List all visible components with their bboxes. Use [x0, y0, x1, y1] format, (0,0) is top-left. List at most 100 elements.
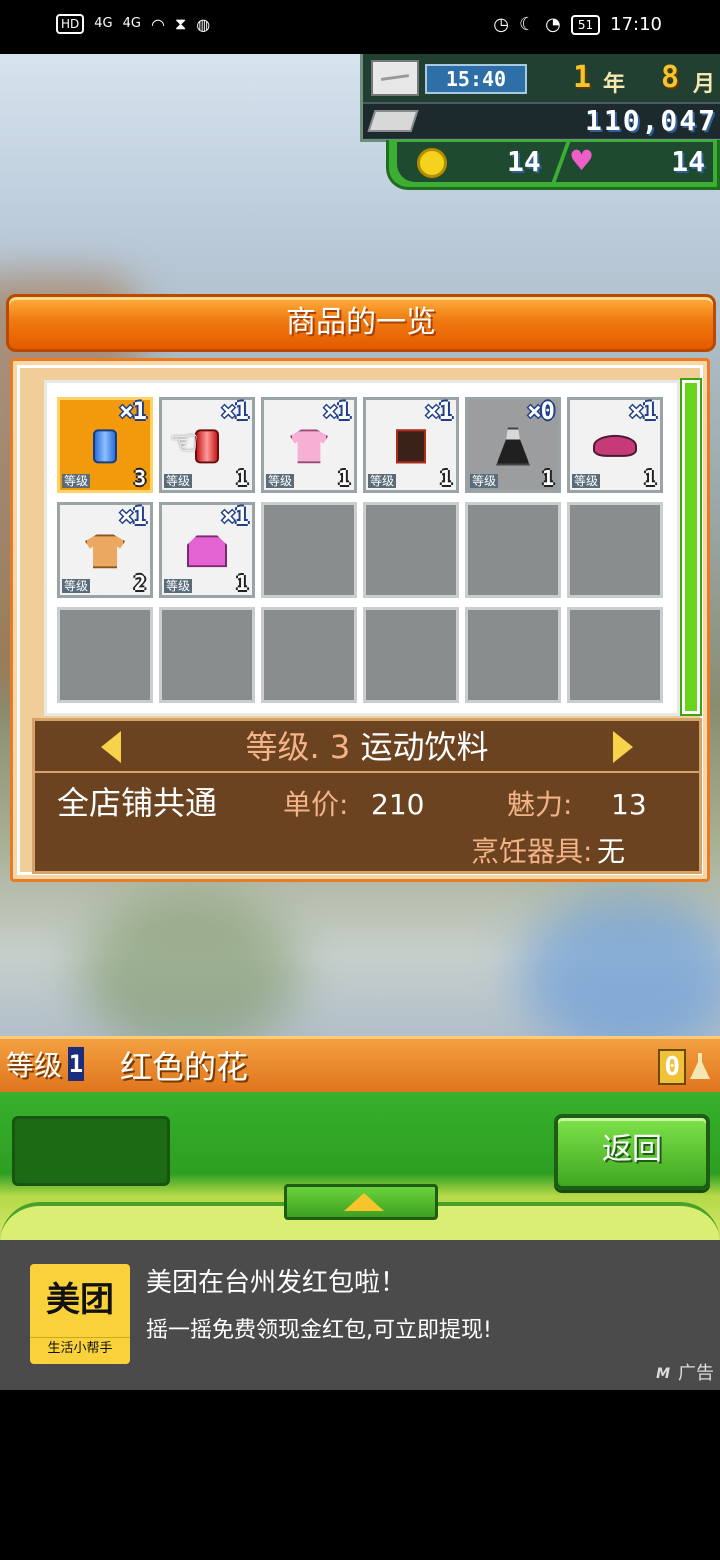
calendar-icon[interactable]: [371, 60, 419, 96]
ad-title: 美团在台州发红包啦！: [146, 1268, 407, 1298]
battery-icon: 51: [570, 14, 601, 35]
hd-icon: HD: [56, 14, 85, 34]
ad-mark-icon: M: [656, 1366, 670, 1382]
charm-value: 13: [611, 788, 647, 821]
item-info-box: 等级. 3 运动饮料 全店铺共通 单价: 210 魅力: 13 烹饪器具: 无: [32, 718, 702, 874]
background-blur: [80, 894, 300, 1054]
money-icon: [367, 110, 419, 132]
slot-quantity: ×1: [629, 397, 657, 425]
item-name: 运动饮料: [360, 728, 489, 766]
slot-quantity: ×1: [221, 502, 249, 530]
slot-level: 2: [133, 571, 146, 595]
game-area: 15:40 1 年 8 月 110,047 14 ♥ 14 商品的一览 ×1 等…: [0, 54, 720, 1240]
selection-count: 0: [658, 1049, 686, 1085]
slot-level-tag: 等级: [368, 474, 397, 488]
selection-level-label: 等级: [6, 1049, 63, 1082]
product-panel-inner: ×1 等级 3 ×1 等级 1 ×1 等级 1 ×1 等级 1 ×0 等级 1 …: [17, 365, 703, 875]
next-arrow-icon[interactable]: [613, 731, 633, 763]
expand-up-button[interactable]: [284, 1184, 438, 1220]
slot-level-tag: 等级: [164, 579, 193, 593]
status-time: 17:10: [610, 14, 662, 35]
slot-level: 1: [235, 571, 248, 595]
empty-slot[interactable]: [465, 607, 561, 703]
slot-quantity: ×0: [527, 397, 555, 425]
pink-shirt-icon: [290, 429, 328, 464]
background-blur: [520, 894, 720, 1054]
slot-level-tag: 等级: [62, 579, 91, 593]
placeholder-slot: [12, 1116, 170, 1186]
pointing-hand-icon: ☜: [169, 423, 200, 463]
ad-logo-main: 美团: [46, 1280, 114, 1320]
product-slot[interactable]: ×1 等级 1: [159, 502, 255, 598]
slot-level: 3: [133, 466, 146, 490]
status-bar: HD 4G 4G ◠ ⧗ ◍ ◷ ☾ ◔ 51 17:10: [0, 0, 720, 54]
empty-slot[interactable]: [261, 607, 357, 703]
slot-level-tag: 等级: [164, 474, 193, 488]
signal-icon: 4G: [94, 16, 113, 31]
moon-icon: ☾: [518, 14, 536, 35]
product-slot[interactable]: ×1 等级 2: [57, 502, 153, 598]
stats-bar: 14 ♥ 14: [386, 140, 720, 190]
panel-title: 商品的一览: [286, 305, 436, 340]
wechat-icon: ◍: [196, 14, 211, 34]
empty-slot[interactable]: [465, 502, 561, 598]
person-icon: [690, 1053, 710, 1079]
hourglass-icon: ⧗: [174, 14, 187, 33]
product-slot[interactable]: ×1 等级 1: [363, 397, 459, 493]
product-panel: ×1 等级 3 ×1 等级 1 ×1 等级 1 ×1 等级 1 ×0 等级 1 …: [10, 358, 710, 882]
selection-bar: 等级 1 红色的花 0: [0, 1036, 720, 1092]
slot-quantity: ×1: [323, 397, 351, 425]
back-button[interactable]: 返回: [554, 1114, 710, 1190]
slot-level: 1: [439, 466, 452, 490]
selection-level-value: 1: [68, 1047, 84, 1081]
status-left: HD 4G 4G ◠ ⧗ ◍: [56, 14, 210, 34]
empty-slot[interactable]: [57, 607, 153, 703]
slot-quantity: ×1: [425, 397, 453, 425]
scrollbar[interactable]: [682, 380, 700, 714]
empty-slot[interactable]: [363, 607, 459, 703]
product-slot[interactable]: ×1 等级 1: [261, 397, 357, 493]
ad-description: 摇一摇免费领现金红包,可立即提现!: [146, 1318, 492, 1343]
empty-slot[interactable]: [159, 607, 255, 703]
hud-date-panel: 15:40 1 年 8 月 110,047: [360, 54, 720, 142]
meituan-logo: 美团 生活小帮手: [30, 1264, 130, 1364]
cookware-label: 烹饪器具:: [471, 835, 593, 868]
heart-icon: ♥: [569, 144, 595, 177]
slot-quantity: ×1: [119, 397, 147, 425]
speed-icon: ◔: [545, 14, 561, 35]
slot-level: 1: [337, 466, 350, 490]
dress-icon: [496, 427, 530, 466]
signal-icon: 4G: [122, 16, 141, 31]
year-value: 1: [573, 60, 592, 95]
shared-label: 全店铺共通: [57, 784, 218, 822]
slot-level: 1: [235, 466, 248, 490]
alarm-icon: ◷: [493, 14, 509, 35]
empty-slot[interactable]: [567, 502, 663, 598]
empty-slot[interactable]: [567, 607, 663, 703]
slot-level: 1: [541, 466, 554, 490]
stats-divider: [551, 142, 571, 182]
coin-value: 14: [507, 145, 541, 178]
pink-vest-icon: [187, 535, 227, 568]
ad-banner[interactable]: 美团 生活小帮手 美团在台州发红包啦！ 摇一摇免费领现金红包,可立即提现! M …: [0, 1240, 720, 1390]
item-info-header: 等级. 3 运动饮料: [35, 721, 699, 773]
product-slot[interactable]: ×1 等级 1: [567, 397, 663, 493]
wifi-icon: ◠: [150, 14, 165, 34]
stats-inner: 14 ♥ 14: [397, 142, 713, 182]
product-grid: ×1 等级 3 ×1 等级 1 ×1 等级 1 ×1 等级 1 ×0 等级 1 …: [57, 397, 663, 703]
price-value: 210: [371, 788, 425, 821]
hud: 15:40 1 年 8 月 110,047 14 ♥ 14: [360, 54, 720, 190]
empty-slot[interactable]: [261, 502, 357, 598]
product-slot[interactable]: ×0 等级 1: [465, 397, 561, 493]
slot-quantity: ×1: [221, 397, 249, 425]
ad-tag: 广告: [678, 1363, 714, 1384]
panel-title-bar: 商品的一览: [6, 294, 716, 352]
product-grid-area: ×1 等级 3 ×1 等级 1 ×1 等级 1 ×1 等级 1 ×0 等级 1 …: [44, 380, 680, 716]
empty-slot[interactable]: [363, 502, 459, 598]
slot-level-tag: 等级: [470, 474, 499, 488]
slot-level: 1: [643, 466, 656, 490]
ad-logo-sub: 生活小帮手: [30, 1337, 130, 1358]
money-value: 110,047: [584, 104, 717, 137]
slot-level-tag: 等级: [62, 474, 91, 488]
product-slot[interactable]: ×1 等级 3: [57, 397, 153, 493]
